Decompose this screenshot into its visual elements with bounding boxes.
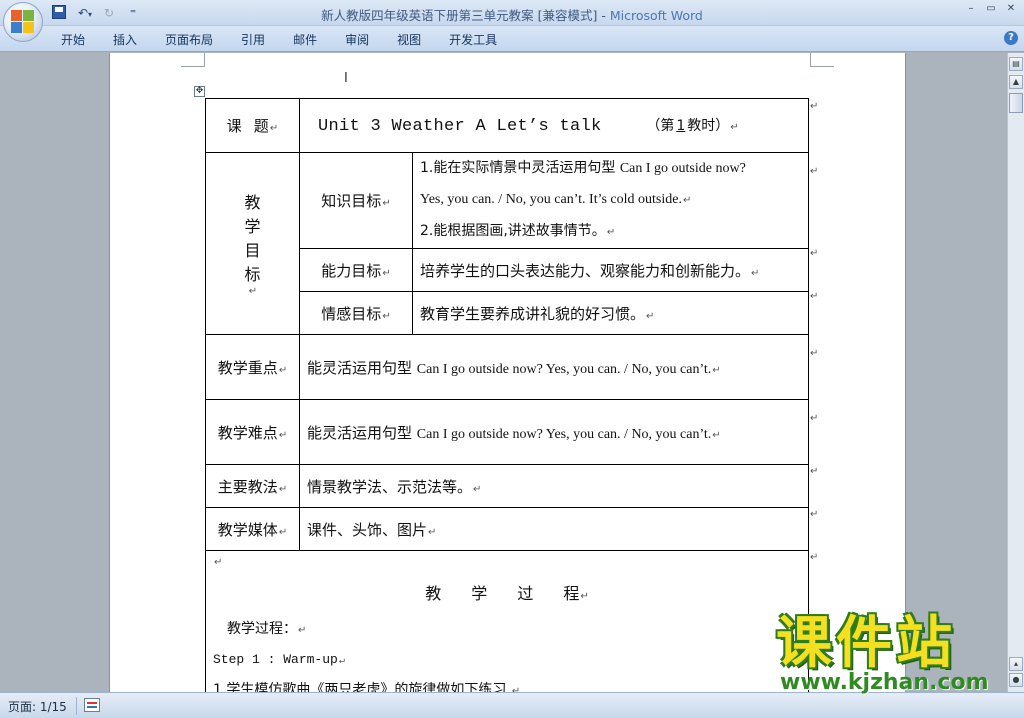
key-point-row: 教学重点↵ 能灵活运用句型 Can I go outside now? Yes,… xyxy=(205,334,810,400)
key-point-text[interactable]: 能灵活运用句型 Can I go outside now? Yes, you c… xyxy=(298,334,810,400)
table-move-handle-icon[interactable]: ✥ xyxy=(194,86,205,97)
text-cursor-icon: I xyxy=(344,71,348,86)
tab-home[interactable]: 开始 xyxy=(61,31,85,48)
row-end-mark: ↵ xyxy=(810,291,819,302)
step-1-item: 1.学生模仿歌曲《两只老虎》的旋律做如下练习.↵ xyxy=(213,682,521,692)
process-heading: 教学过程↵ xyxy=(425,584,589,603)
crop-mark-right xyxy=(810,53,834,67)
restore-button[interactable]: ▭ xyxy=(984,2,998,16)
lesson-title: Unit 3 Weather A Let’s talk xyxy=(318,117,602,136)
document-page[interactable]: I ✥ 课题↵ Unit 3 Weather A Let’s talk （第 1 教… xyxy=(109,53,906,692)
knowledge-goal-label: 知识目标↵ xyxy=(299,152,413,249)
tab-developer[interactable]: 开发工具 xyxy=(449,31,497,48)
media-label: 教学媒体↵ xyxy=(205,507,300,551)
scroll-thumb[interactable] xyxy=(1009,93,1023,113)
media-row: 教学媒体↵ 课件、头饰、图片↵ xyxy=(205,507,810,551)
method-row: 主要教法↵ 情景教学法、示范法等。↵ xyxy=(205,464,810,508)
browse-object-icon[interactable]: ● xyxy=(1009,673,1023,687)
difficulty-text[interactable]: 能灵活运用句型 Can I go outside now? Yes, you c… xyxy=(298,399,810,465)
row-end-mark: ↵ xyxy=(810,166,819,177)
minimize-icon: – xyxy=(968,3,974,14)
knowledge-goal-text[interactable]: 1.能在实际情景中灵活运用句型 Can I go outside now? Ye… xyxy=(411,152,810,249)
period-number: 1 xyxy=(676,118,686,134)
document-name: 新人教版四年级英语下册第三单元教案 [兼容模式] xyxy=(321,8,598,23)
status-bar: 页面: 1/15 xyxy=(0,692,1024,718)
method-text[interactable]: 情景教学法、示范法等。↵ xyxy=(298,464,810,508)
window-title: 新人教版四年级英语下册第三单元教案 [兼容模式] - Microsoft Wor… xyxy=(0,5,1024,24)
page-indicator[interactable]: 页面: 1/15 xyxy=(8,698,67,715)
goals-label: 教 学 目 标 ↵ xyxy=(205,152,300,335)
row-end-mark: ↵ xyxy=(810,248,819,259)
ribbon-tabs: 开始 插入 页面布局 引用 邮件 审阅 视图 开发工具 xyxy=(61,31,525,48)
row-end-mark: ↵ xyxy=(810,413,819,424)
difficulty-label: 教学难点↵ xyxy=(205,399,300,465)
status-separator xyxy=(76,697,77,715)
row-end-mark: ↵ xyxy=(810,466,819,477)
window-controls: – ▭ ✕ xyxy=(964,2,1018,16)
step-1-heading: Step 1 : Warm-up↵ xyxy=(213,652,345,667)
proofing-status-icon[interactable] xyxy=(84,698,100,712)
process-row: ↵ 教学过程↵ 教学过程：↵ Step 1 : Warm-up↵ 1.学生模仿歌… xyxy=(204,550,810,692)
ability-goal-label: 能力目标↵ xyxy=(299,248,413,292)
tab-references[interactable]: 引用 xyxy=(241,31,265,48)
title-separator: - xyxy=(597,8,610,23)
office-logo-icon xyxy=(11,10,35,34)
minimize-button[interactable]: – xyxy=(964,2,978,16)
teaching-process-cell[interactable]: ↵ 教学过程↵ 教学过程：↵ Step 1 : Warm-up↵ 1.学生模仿歌… xyxy=(204,550,810,692)
help-icon[interactable]: ? xyxy=(1004,31,1018,45)
restore-icon: ▭ xyxy=(986,3,996,14)
ability-goal-text[interactable]: 培养学生的口头表达能力、观察能力和创新能力。↵ xyxy=(411,248,810,292)
tab-mailings[interactable]: 邮件 xyxy=(293,31,317,48)
vertical-scrollbar[interactable]: ▤ ▲ ▴ ● xyxy=(1007,53,1024,692)
title-bar: ↶▾ ↻ ⁼ 新人教版四年级英语下册第三单元教案 [兼容模式] - Micros… xyxy=(0,0,1024,26)
ruler-toggle-icon[interactable]: ▤ xyxy=(1009,57,1023,71)
row-end-mark: ↵ xyxy=(810,552,819,563)
key-point-label: 教学重点↵ xyxy=(205,334,300,400)
topic-row: 课题↵ Unit 3 Weather A Let’s talk （第 1 教时）↵ xyxy=(205,98,810,153)
difficulty-row: 教学难点↵ 能灵活运用句型 Can I go outside now? Yes,… xyxy=(205,399,810,465)
tab-view[interactable]: 视图 xyxy=(397,31,421,48)
method-label: 主要教法↵ xyxy=(205,464,300,508)
topic-title[interactable]: Unit 3 Weather A Let’s talk （第 1 教时）↵ xyxy=(298,98,810,153)
goal-knowledge-row: 教 学 目 标 ↵ 知识目标↵ 1.能在实际情景中灵活运用句型 Can I go… xyxy=(205,152,810,335)
media-text[interactable]: 课件、头饰、图片↵ xyxy=(298,507,810,551)
tab-page-layout[interactable]: 页面布局 xyxy=(165,31,213,48)
row-end-mark: ↵ xyxy=(810,101,819,112)
ribbon: 开始 插入 页面布局 引用 邮件 审阅 视图 开发工具 ? xyxy=(0,26,1024,52)
process-subtitle: 教学过程：↵ xyxy=(227,621,307,637)
close-icon: ✕ xyxy=(1006,3,1016,14)
row-end-mark: ↵ xyxy=(810,509,819,520)
close-button[interactable]: ✕ xyxy=(1004,2,1018,16)
emotion-goal-label: 情感目标↵ xyxy=(299,291,413,335)
period-info: （第 1 教时）↵ xyxy=(646,118,739,134)
previous-page-icon[interactable]: ▴ xyxy=(1009,657,1023,671)
tab-review[interactable]: 审阅 xyxy=(345,31,369,48)
app-name: Microsoft Word xyxy=(609,8,703,23)
crop-mark-left xyxy=(181,53,205,67)
emotion-goal-text[interactable]: 教育学生要养成讲礼貌的好习惯。↵ xyxy=(411,291,810,335)
row-end-mark: ↵ xyxy=(810,348,819,359)
tab-insert[interactable]: 插入 xyxy=(113,31,137,48)
document-area[interactable]: I ✥ 课题↵ Unit 3 Weather A Let’s talk （第 1 教… xyxy=(0,53,1007,692)
scroll-up-icon[interactable]: ▲ xyxy=(1009,75,1023,89)
office-button[interactable] xyxy=(3,2,43,42)
lesson-plan-table[interactable]: 课题↵ Unit 3 Weather A Let’s talk （第 1 教时）↵ … xyxy=(204,98,810,692)
topic-label: 课题↵ xyxy=(205,98,300,153)
